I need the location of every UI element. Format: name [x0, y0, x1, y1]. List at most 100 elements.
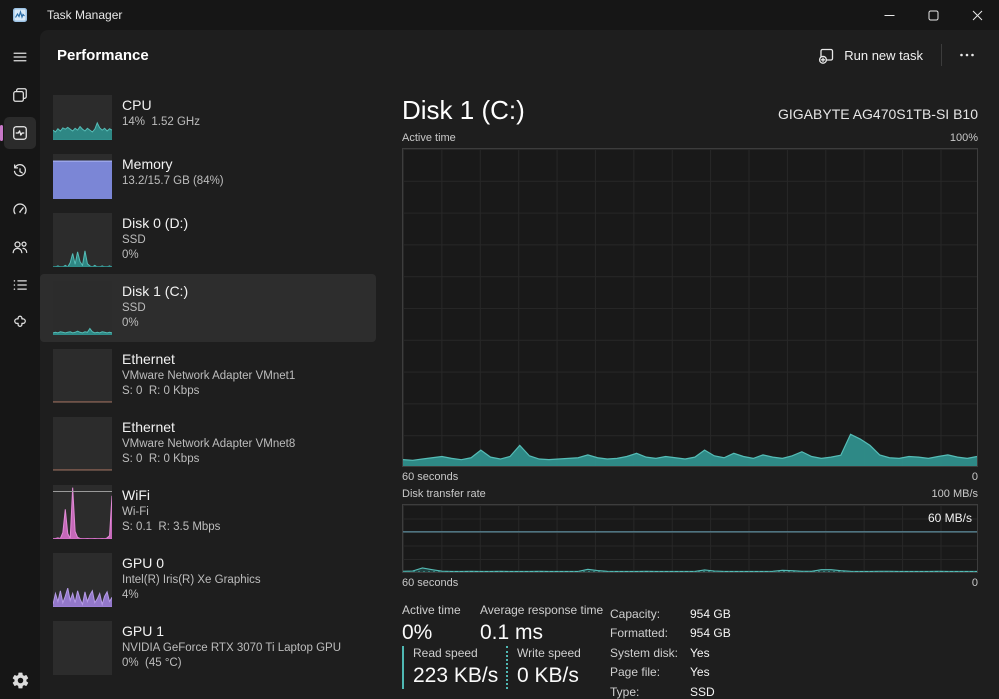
task-manager-window: Task Manager Performance Run new task CP… [0, 0, 999, 699]
disk-property-value: 954 GB [690, 626, 731, 641]
stat-read-speed: Read speed 223 KB/s [402, 646, 498, 689]
sidebar-item-subtext: 14% 1.52 GHz [122, 116, 200, 128]
sidebar-item-wifi[interactable]: WiFi Wi-Fi S: 0.1 R: 3.5 Mbps [40, 478, 376, 546]
transfer-rate-scale-label: 60 MB/s [927, 511, 972, 525]
sidebar-item-title: GPU 0 [122, 555, 165, 571]
sidebar-item-disk-0[interactable]: Disk 0 (D:) SSD 0% [40, 206, 376, 274]
mini-chart-gpu-0 [53, 553, 112, 607]
ellipsis-icon [960, 53, 974, 57]
sidebar-item-ethernet-1[interactable]: Ethernet VMware Network Adapter VMnet1 S: … [40, 342, 376, 410]
disk-property-row: System disk: Yes [610, 644, 731, 663]
rail-item-users[interactable] [4, 231, 36, 263]
disk-property-label: Formatted: [610, 626, 669, 641]
titlebar: Task Manager [0, 0, 999, 30]
transfer-rate-chart: 60 MB/s [402, 504, 978, 573]
mini-chart-ethernet-2 [53, 417, 112, 471]
active-time-chart-label: Active time [402, 132, 456, 144]
mini-chart-wifi [53, 485, 112, 539]
sidebar-item-subtext: SSD [122, 302, 146, 314]
device-model: GIGABYTE AG470S1TB-SI B10 [778, 106, 978, 122]
transfer-rate-x-right: 0 [971, 577, 978, 589]
sidebar-item-title: Disk 0 (D:) [122, 215, 189, 231]
close-icon [972, 10, 982, 20]
mini-chart-ethernet-1 [53, 349, 112, 403]
sidebar-item-gpu-0[interactable]: GPU 0 Intel(R) Iris(R) Xe Graphics 4% [40, 546, 376, 614]
navigation-rail [0, 30, 40, 699]
disk-detail-panel: Disk 1 (C:) GIGABYTE AG470S1TB-SI B10 Ac… [402, 82, 978, 699]
sidebar-item-subtext: 13.2/15.7 GB (84%) [122, 175, 224, 187]
maximize-button[interactable] [911, 0, 955, 30]
rail-item-startup-apps[interactable] [4, 193, 36, 225]
sidebar-item-subtext: 0% [122, 249, 139, 261]
sidebar-item-subtext: VMware Network Adapter VMnet1 [122, 370, 296, 382]
rail-item-details[interactable] [4, 269, 36, 301]
sidebar-item-ethernet-2[interactable]: Ethernet VMware Network Adapter VMnet8 S: … [40, 410, 376, 478]
mini-chart-gpu-1 [53, 621, 112, 675]
device-title: Disk 1 (C:) [402, 95, 525, 125]
more-options-button[interactable] [949, 40, 985, 70]
sidebar-item-title: GPU 1 [122, 623, 165, 639]
minimize-button[interactable] [867, 0, 911, 30]
sidebar-item-title: WiFi [122, 487, 150, 503]
run-new-task-button[interactable]: Run new task [807, 41, 934, 70]
transfer-rate-x-left: 60 seconds [402, 577, 459, 589]
mini-chart-cpu [53, 95, 112, 140]
settings-button[interactable] [4, 664, 36, 696]
run-new-task-label: Run new task [844, 47, 923, 63]
sidebar-item-subtext: NVIDIA GeForce RTX 3070 Ti Laptop GPU [122, 642, 342, 654]
sidebar-item-memory[interactable]: Memory 13.2/15.7 GB (84%) [40, 147, 376, 206]
minimize-icon [884, 14, 894, 16]
sidebar-item-subtext: 4% [122, 589, 139, 601]
sidebar-item-gpu-1[interactable]: GPU 1 NVIDIA GeForce RTX 3070 Ti Laptop G… [40, 614, 376, 682]
sidebar-item-subtext: Intel(R) Iris(R) Xe Graphics [122, 574, 261, 586]
active-time-chart-max: 100% [949, 132, 978, 144]
active-time-x-right: 0 [971, 471, 978, 483]
sidebar-item-title: Ethernet [122, 351, 175, 367]
sidebar-item-subtext: Wi-Fi [122, 506, 149, 518]
menu-icon [13, 52, 27, 62]
performance-icon [13, 126, 27, 140]
rail-item-services[interactable] [4, 307, 36, 339]
transfer-rate-chart-label: Disk transfer rate [402, 488, 486, 500]
active-time-x-left: 60 seconds [402, 471, 459, 483]
sidebar-item-title: Memory [122, 156, 173, 172]
mini-chart-memory [53, 154, 112, 199]
stat-average-response-time: Average response time 0.1 ms [480, 603, 604, 644]
startup-apps-icon [13, 203, 27, 215]
content-panel: Performance Run new task CPU 14% 1.52 GHz… [40, 30, 999, 699]
disk-property-label: System disk: [610, 645, 679, 660]
active-time-chart [402, 148, 978, 467]
users-icon [12, 241, 28, 254]
rail-item-performance[interactable] [0, 117, 36, 149]
disk-property-value: SSD [690, 684, 715, 699]
rail-item-processes[interactable] [4, 79, 36, 111]
stat-active-time: Active time 0% [402, 603, 461, 644]
header-divider [941, 44, 942, 66]
rail-item-app-history[interactable] [4, 155, 36, 187]
sidebar-item-subtext: S: 0 R: 0 Kbps [122, 453, 200, 465]
stat-write-speed: Write speed 0 KB/s [506, 646, 581, 689]
disk-properties-list: Capacity: 954 GB Formatted: 954 GB System di… [610, 605, 731, 699]
sidebar-item-subtext: 0% (45 °C) [122, 657, 182, 669]
window-controls [867, 0, 999, 30]
disk-property-row: Capacity: 954 GB [610, 605, 731, 624]
sidebar-item-subtext: 0% [122, 317, 139, 329]
mini-chart-disk-0 [53, 213, 112, 267]
sidebar-item-disk-1[interactable]: Disk 1 (C:) SSD 0% [40, 274, 376, 342]
close-button[interactable] [955, 0, 999, 30]
transfer-rate-chart-max: 100 MB/s [931, 488, 978, 500]
sidebar-item-title: Disk 1 (C:) [122, 283, 189, 299]
window-title: Task Manager [47, 8, 123, 22]
sidebar-item-subtext: VMware Network Adapter VMnet8 [122, 438, 296, 450]
mini-chart-disk-1 [53, 281, 112, 335]
disk-property-label: Page file: [610, 665, 661, 680]
disk-property-value: 954 GB [690, 607, 731, 621]
sidebar-item-subtext: S: 0 R: 0 Kbps [122, 385, 200, 397]
sidebar-item-cpu[interactable]: CPU 14% 1.52 GHz [40, 88, 376, 147]
content-header: Performance Run new task [40, 30, 999, 80]
disk-property-row: Formatted: 954 GB [610, 624, 731, 643]
details-icon [13, 280, 27, 290]
menu-button[interactable] [4, 41, 36, 73]
disk-property-label: Capacity: [610, 607, 661, 621]
disk-stats: Active time 0% Average response time 0.1… [402, 598, 978, 699]
